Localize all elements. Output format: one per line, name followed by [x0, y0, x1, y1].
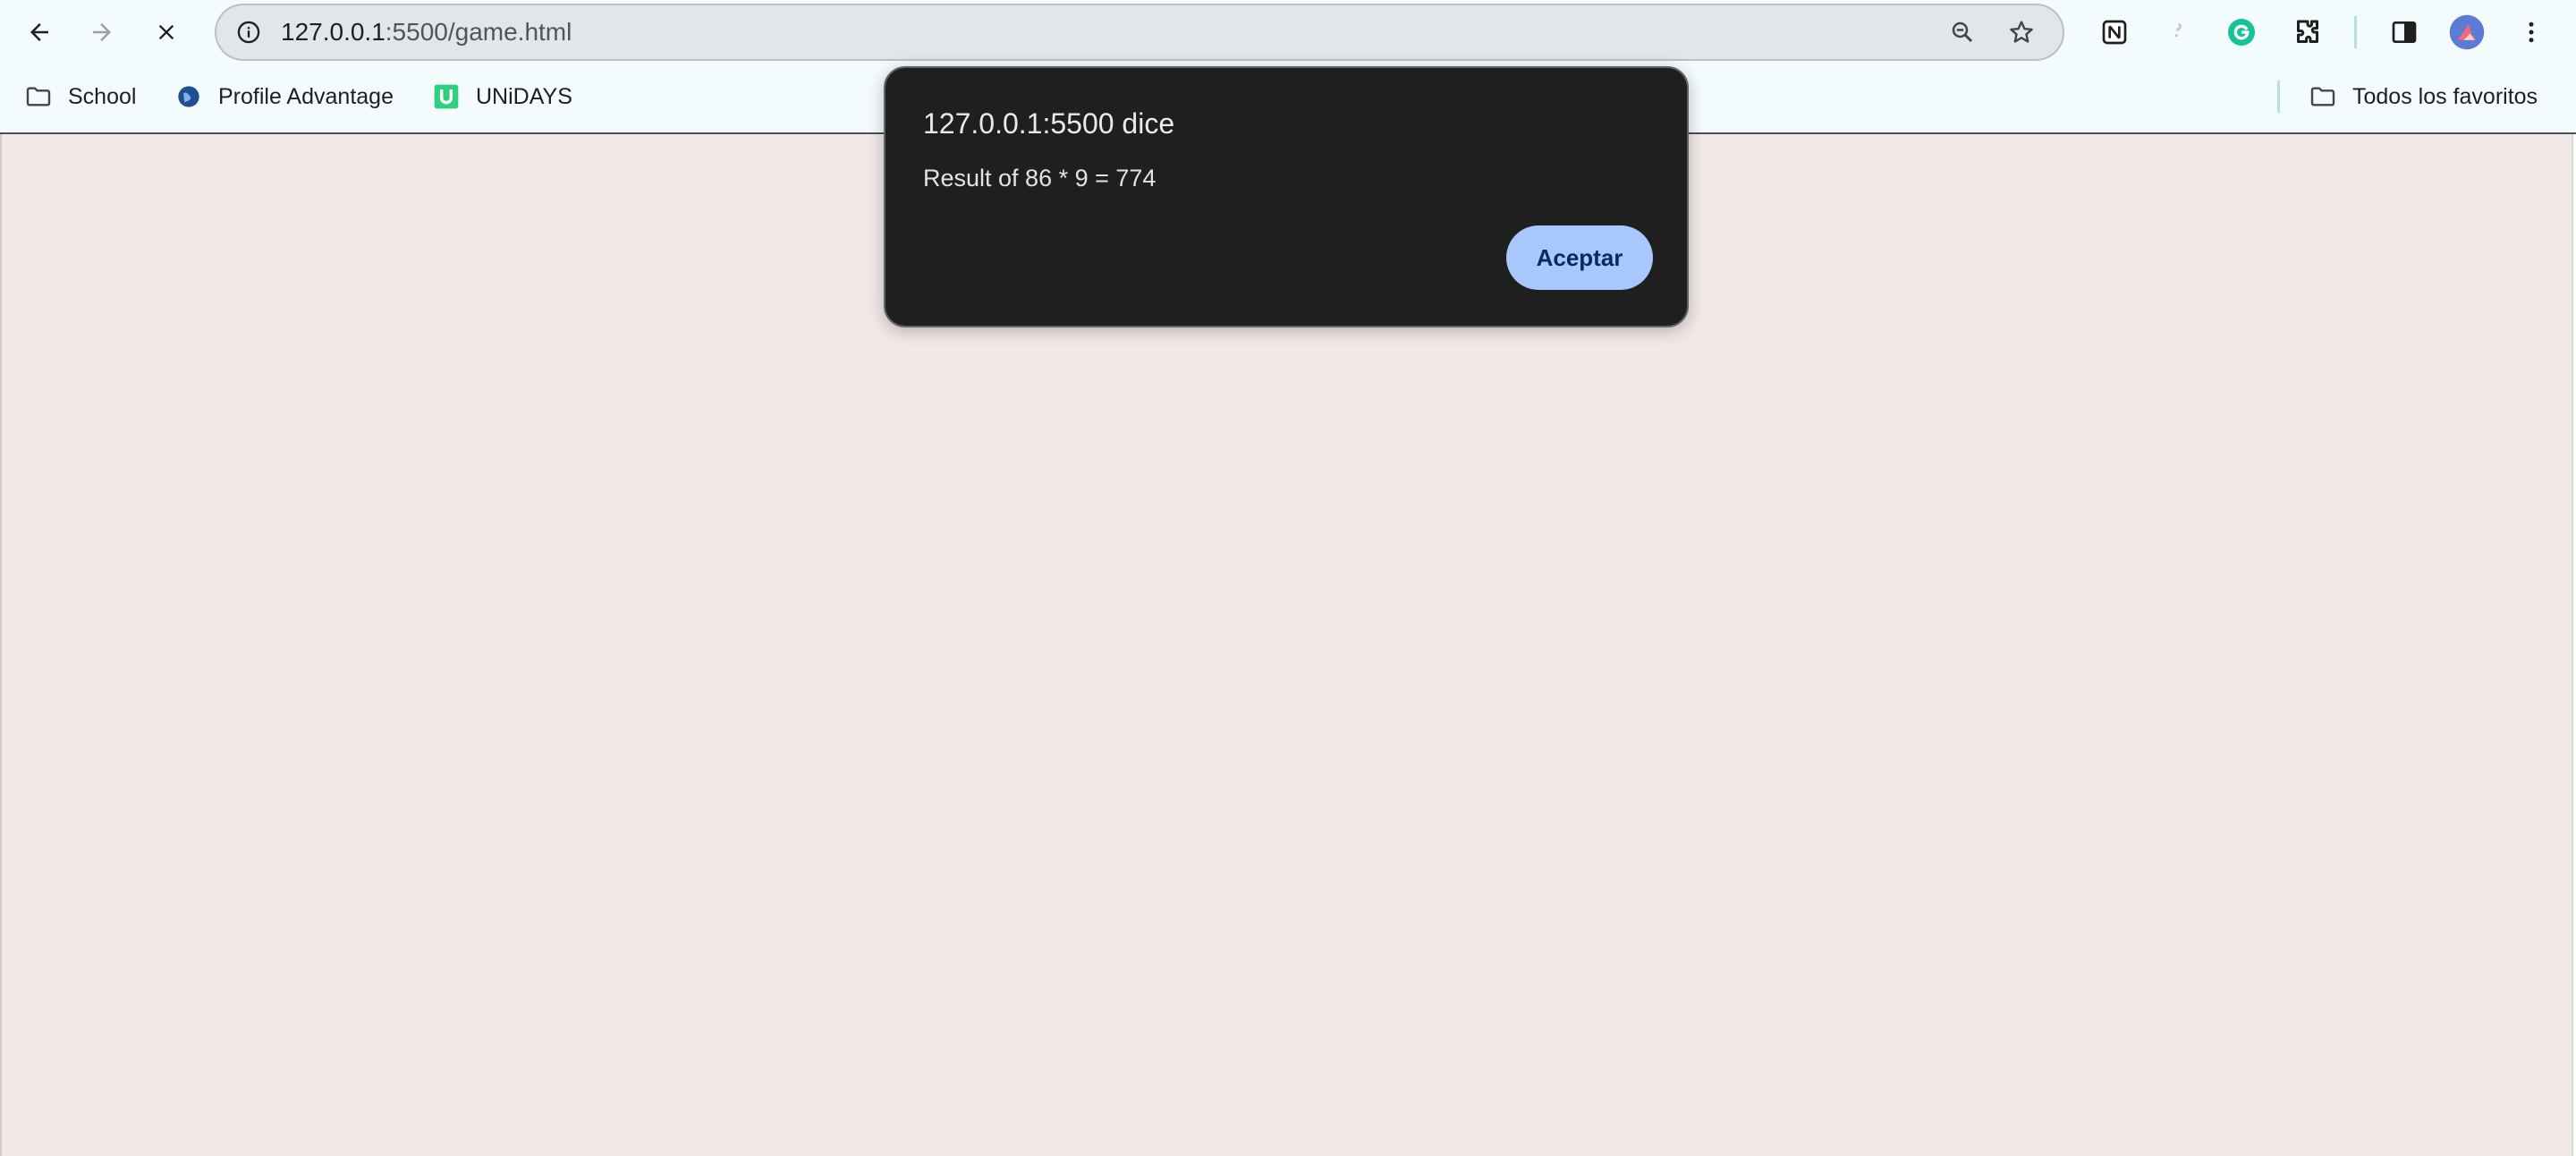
address-bar[interactable]: 127.0.0.1:5500/game.html	[215, 4, 2064, 61]
grammarly-icon[interactable]	[2220, 11, 2263, 54]
bookmark-profile-advantage[interactable]: Profile Advantage	[174, 77, 394, 116]
bookmark-label: Profile Advantage	[218, 83, 394, 109]
notion-icon[interactable]	[2093, 11, 2136, 54]
arrow-right-icon	[89, 19, 115, 46]
info-icon[interactable]	[229, 13, 268, 52]
url-path: :5500/game.html	[385, 18, 572, 46]
more-vertical-icon[interactable]	[2510, 11, 2553, 54]
bookmark-label: School	[68, 83, 137, 109]
puzzle-icon[interactable]	[2286, 11, 2329, 54]
stop-loading-button[interactable]	[145, 11, 188, 54]
zoom-out-icon[interactable]	[1943, 13, 1982, 52]
alert-dialog: 127.0.0.1:5500 dice Result of 86 * 9 = 7…	[884, 66, 1689, 327]
bookmark-label: UNiDAYS	[476, 83, 572, 109]
back-button[interactable]	[18, 11, 61, 54]
browser-window: 127.0.0.1:5500/game.html School Profile …	[0, 0, 2576, 1156]
browser-toolbar: 127.0.0.1:5500/game.html	[0, 0, 2576, 64]
bookmarks-separator	[2277, 81, 2280, 113]
url-host: 127.0.0.1	[281, 18, 386, 46]
bookmark-school[interactable]: School	[23, 77, 136, 116]
folder-icon	[23, 81, 54, 112]
toolbar-separator	[2354, 16, 2357, 48]
globe-icon	[174, 81, 204, 112]
bookmark-unidays[interactable]: UNiDAYS	[431, 77, 572, 116]
dialog-message: Result of 86 * 9 = 774	[923, 165, 1157, 191]
close-icon	[154, 20, 179, 45]
accept-button[interactable]: Aceptar	[1506, 225, 1653, 290]
url-text[interactable]: 127.0.0.1:5500/game.html	[281, 5, 572, 59]
forward-button[interactable]	[80, 11, 123, 54]
bookmark-label: Todos los favoritos	[2352, 83, 2538, 109]
extension-puzzle-piece-icon[interactable]	[2156, 11, 2199, 54]
star-icon[interactable]	[2002, 13, 2041, 52]
all-bookmarks-folder[interactable]: Todos los favoritos	[2308, 77, 2538, 116]
arrow-left-icon	[26, 19, 53, 46]
avatar[interactable]	[2445, 11, 2488, 54]
folder-icon	[2308, 81, 2338, 112]
side-panel-icon[interactable]	[2383, 11, 2426, 54]
dialog-title: 127.0.0.1:5500 dice	[923, 107, 1175, 140]
page-border	[0, 134, 2, 1156]
page-scrollbar-gutter	[2572, 134, 2576, 1156]
unidays-icon	[431, 81, 462, 112]
